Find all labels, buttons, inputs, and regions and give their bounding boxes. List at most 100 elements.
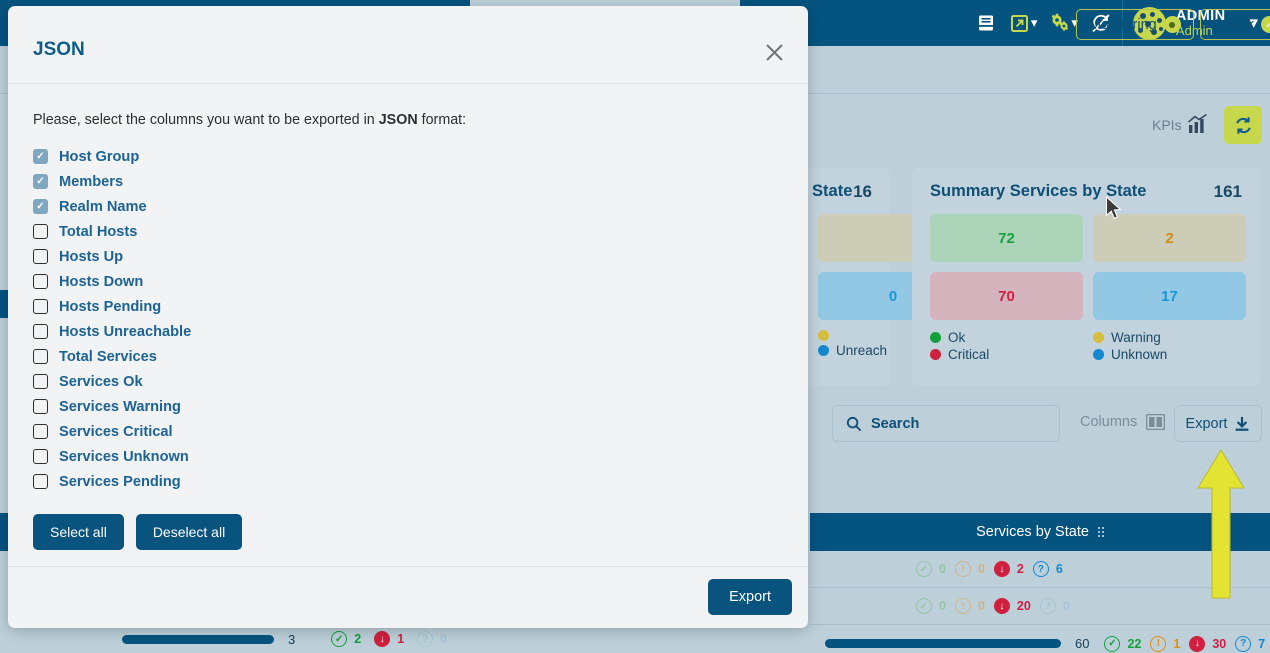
cell-ok: ✓ 22 — [1104, 635, 1142, 652]
select-all-button[interactable]: Select all — [33, 514, 124, 550]
warning-icon: ! — [954, 561, 971, 577]
critical-icon: ↓ — [993, 598, 1010, 614]
instruction-post: format: — [417, 112, 467, 128]
cell-critical: ↓ 1 — [374, 631, 404, 647]
checkbox-checked-icon[interactable]: ✓ — [33, 199, 48, 214]
column-checkbox-list: ✓ Host Group ✓ Members ✓ Realm Name Total H… — [33, 144, 783, 494]
drag-handle-icon[interactable] — [1097, 527, 1104, 537]
legend-item: Warning — [1093, 330, 1246, 345]
checkbox-row-services-pending[interactable]: Services Pending — [33, 469, 783, 494]
progress-value: 3 — [288, 631, 296, 647]
modal-title: JSON — [33, 39, 85, 60]
screen: ▾ ▾ ADMIN Admin ▾ Monitoring Check ✓ KPI… — [0, 0, 1270, 653]
eye-icon — [1163, 16, 1181, 33]
instruction-pre: Please, select the columns you want to b… — [33, 112, 379, 128]
refresh-button[interactable] — [1224, 106, 1262, 144]
search-input[interactable]: Search — [832, 405, 1060, 442]
ok-icon: ✓ — [1104, 635, 1121, 652]
progress-value: 60 — [1075, 636, 1090, 651]
check-toggle[interactable]: Check ✓ — [1200, 9, 1270, 40]
legend-label: Warning — [1111, 330, 1161, 345]
checkbox-row-members[interactable]: ✓ Members — [33, 169, 783, 194]
unknown-icon: ? — [1032, 561, 1049, 577]
cell-warning: ! 1 — [1150, 635, 1180, 652]
checkbox-unchecked-icon[interactable] — [33, 224, 48, 239]
tile-critical[interactable]: 70 — [930, 272, 1083, 320]
checkbox-label: Hosts Unreachable — [59, 323, 192, 340]
checkbox-row-hosts-pending[interactable]: Hosts Pending — [33, 294, 783, 319]
chevron-down-icon-1[interactable]: ▾ — [1031, 15, 1038, 31]
table-row[interactable]: 60 ✓ 22 ! 1 ↓ 30 ? 7 — [810, 625, 1270, 653]
checkbox-unchecked-icon[interactable] — [33, 274, 48, 289]
cell-value: 0 — [939, 562, 946, 576]
legend-label: Unreach — [836, 343, 888, 358]
json-export-modal: JSON Please, select the columns you want… — [8, 6, 808, 628]
cell-value: 7 — [1258, 636, 1266, 651]
checkbox-checked-icon[interactable]: ✓ — [33, 174, 48, 189]
export-label: Export — [1185, 415, 1228, 432]
cell-unknown: ? 6 — [1032, 561, 1063, 577]
cell-ok: ✓ 0 — [916, 598, 946, 614]
check-circle-icon: ✓ — [1261, 16, 1270, 33]
checkbox-unchecked-icon[interactable] — [33, 324, 48, 339]
checkbox-row-services-warning[interactable]: Services Warning — [33, 394, 783, 419]
cell-value: 22 — [1127, 636, 1142, 651]
check-label: Check — [1213, 16, 1255, 33]
checkbox-unchecked-icon[interactable] — [33, 474, 48, 489]
close-icon[interactable] — [761, 39, 787, 65]
unknown-icon: ? — [1039, 598, 1056, 614]
checkbox-unchecked-icon[interactable] — [33, 424, 48, 439]
checkbox-row-hosts-unreachable[interactable]: Hosts Unreachable — [33, 319, 783, 344]
checkbox-row-services-unknown[interactable]: Services Unknown — [33, 444, 783, 469]
checkbox-label: Services Unknown — [59, 448, 189, 465]
cell-unknown: ? 0 — [1039, 598, 1070, 614]
checkbox-row-realm-name[interactable]: ✓ Realm Name — [33, 194, 783, 219]
modal-export-button[interactable]: Export — [708, 579, 792, 615]
checkbox-unchecked-icon[interactable] — [33, 349, 48, 364]
instruction-format: JSON — [378, 112, 418, 128]
checkbox-label: Services Pending — [59, 473, 181, 490]
ok-icon: ✓ — [916, 598, 932, 614]
checkbox-row-hosts-up[interactable]: Hosts Up — [33, 244, 783, 269]
checkbox-row-services-ok[interactable]: Services Ok — [33, 369, 783, 394]
cell-value: 0 — [977, 599, 985, 613]
checkbox-checked-icon[interactable]: ✓ — [33, 149, 48, 164]
warning-icon: ! — [1150, 635, 1167, 652]
tile-ok[interactable]: 72 — [930, 214, 1083, 262]
checkbox-row-total-services[interactable]: Total Services — [33, 344, 783, 369]
cell-value: 2 — [354, 632, 362, 646]
cell-ok: ✓ 2 — [331, 631, 361, 647]
checkbox-unchecked-icon[interactable] — [33, 249, 48, 264]
table-header-label: Services by State — [976, 524, 1089, 540]
checkbox-label: Realm Name — [59, 198, 147, 215]
download-icon — [1236, 416, 1249, 431]
ok-icon: ✓ — [916, 561, 932, 577]
deselect-all-button[interactable]: Deselect all — [135, 514, 243, 550]
checkbox-label: Services Warning — [59, 398, 181, 415]
checkbox-label: Host Group — [59, 148, 140, 165]
legend-item: Critical — [930, 347, 1083, 362]
cell-warning: ! 0 — [954, 561, 985, 577]
cell-value: 0 — [1062, 599, 1070, 613]
unknown-icon: ? — [417, 631, 434, 647]
tile-unknown[interactable]: 17 — [1093, 272, 1246, 320]
chart-icon[interactable] — [1187, 113, 1209, 139]
checkbox-unchecked-icon[interactable] — [33, 399, 48, 414]
table-row[interactable]: 3 ✓ 2 ↓ 1 ? 0 — [0, 625, 520, 653]
progress-bar — [825, 639, 1061, 648]
checkbox-unchecked-icon[interactable] — [33, 374, 48, 389]
panel-count: 16 — [853, 182, 872, 201]
checkbox-row-host-group[interactable]: ✓ Host Group — [33, 144, 783, 169]
checkbox-row-services-critical[interactable]: Services Critical — [33, 419, 783, 444]
critical-icon: ↓ — [993, 561, 1010, 577]
columns-button[interactable]: Columns — [1080, 414, 1166, 430]
checkbox-unchecked-icon[interactable] — [33, 299, 48, 314]
checkbox-row-hosts-down[interactable]: Hosts Down — [33, 269, 783, 294]
monitoring-toggle[interactable]: Monitoring — [1076, 9, 1194, 40]
critical-icon: ↓ — [374, 631, 391, 647]
checkbox-row-total-hosts[interactable]: Total Hosts — [33, 219, 783, 244]
book-icon[interactable] — [969, 0, 1003, 46]
cell-value: 0 — [939, 599, 946, 613]
export-button[interactable]: Export — [1174, 405, 1262, 442]
checkbox-unchecked-icon[interactable] — [33, 449, 48, 464]
